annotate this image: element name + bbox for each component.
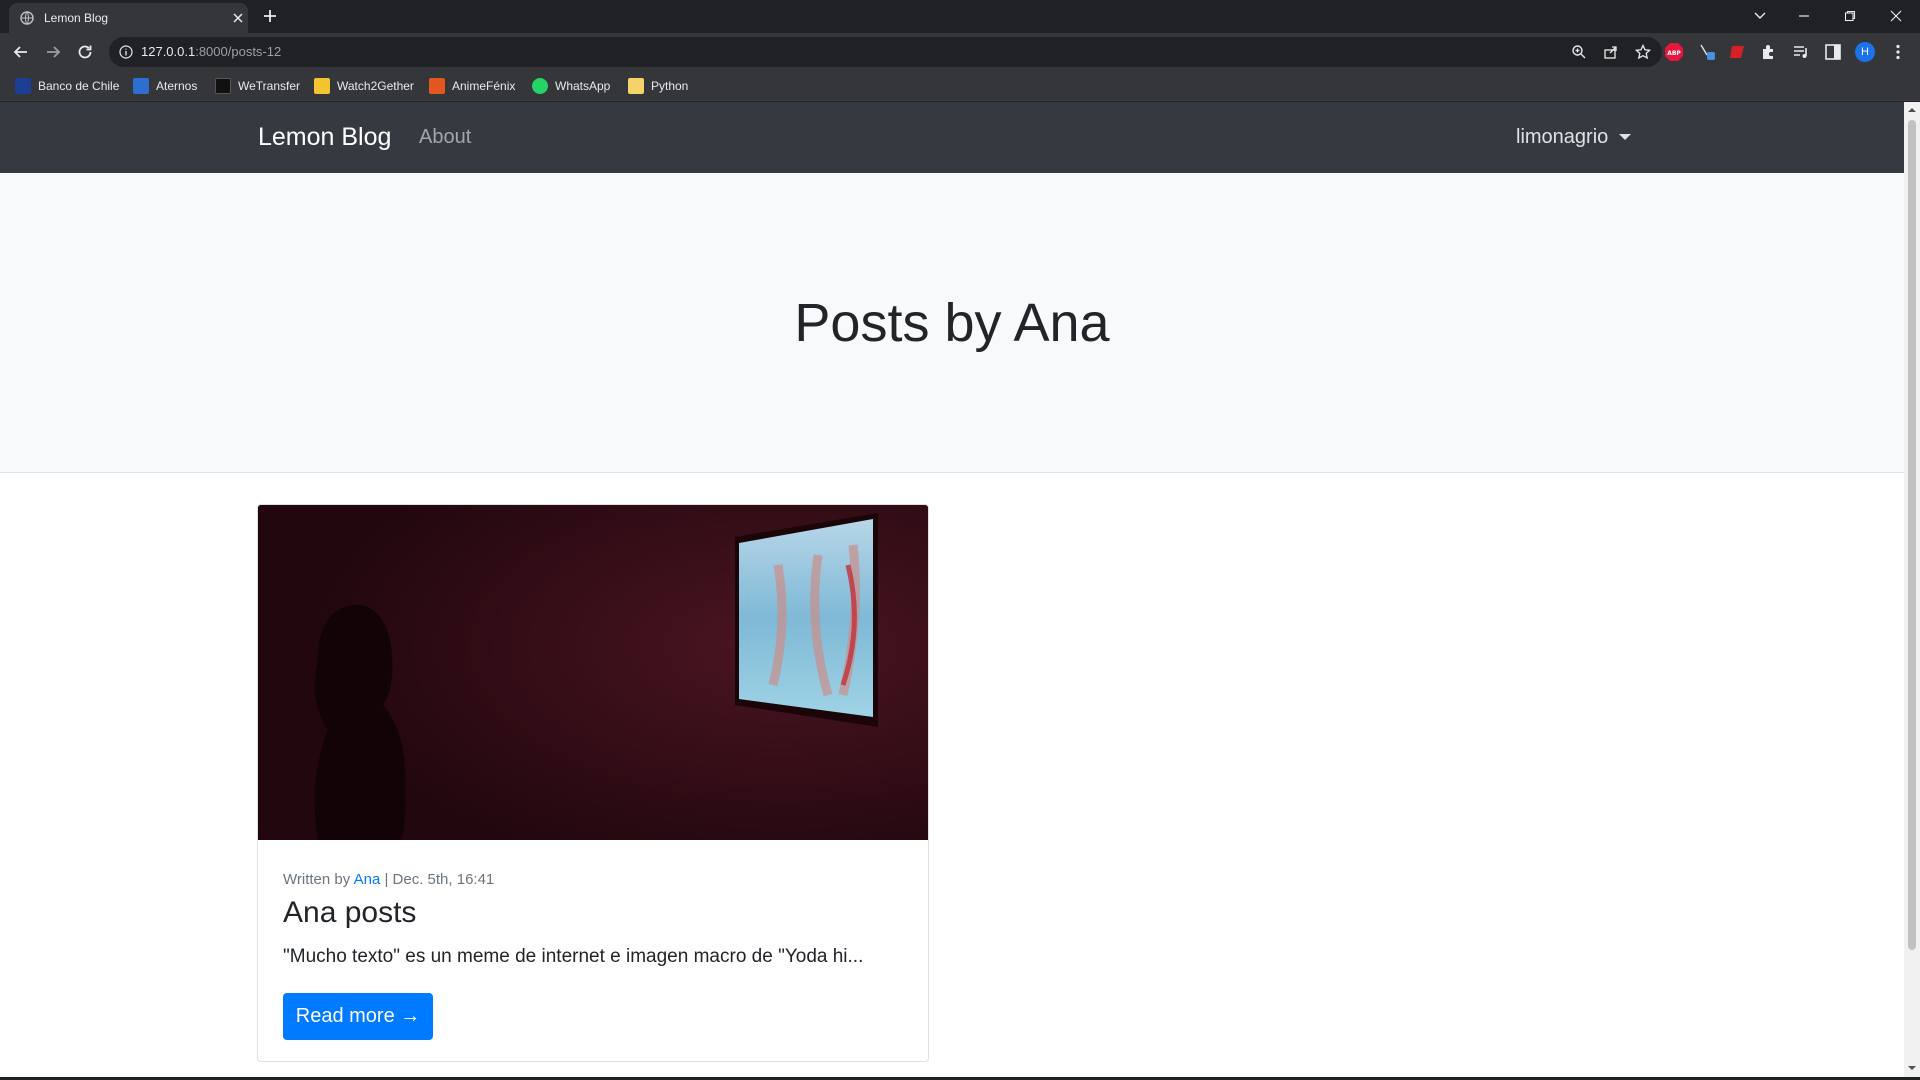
bookmark-label: Watch2Gether: [337, 79, 414, 93]
tab-search-button[interactable]: [1740, 4, 1780, 28]
browser-toolbar: 127.0.0.1:8000/posts-12 ABP H: [0, 33, 1920, 71]
post-card: Written by Ana | Dec. 5th, 16:41 Ana pos…: [257, 504, 929, 1062]
svg-text:ABP: ABP: [1667, 50, 1681, 57]
page-scrollbar[interactable]: [1904, 102, 1920, 1077]
close-tab-icon[interactable]: [231, 11, 245, 25]
bookmark-watch2gether[interactable]: Watch2Gether: [314, 77, 414, 95]
restore-icon: [1844, 10, 1856, 22]
share-icon[interactable]: [1603, 44, 1619, 60]
user-dropdown-label: limonagrio: [1516, 126, 1609, 148]
bookmark-wetransfer[interactable]: WeTransfer: [215, 77, 300, 95]
post-author-link[interactable]: Ana: [354, 871, 381, 888]
scroll-down-arrow-icon[interactable]: [1908, 1064, 1916, 1072]
post-meta: Written by Ana | Dec. 5th, 16:41: [283, 871, 494, 889]
extension-red-icon[interactable]: [1728, 42, 1748, 62]
minimize-button[interactable]: [1784, 4, 1824, 28]
wetransfer-icon: [215, 78, 231, 94]
scrollbar-thumb[interactable]: [1908, 120, 1916, 950]
profile-avatar[interactable]: H: [1855, 42, 1875, 62]
new-tab-icon[interactable]: [261, 7, 279, 25]
post-image[interactable]: [258, 505, 928, 840]
reload-icon[interactable]: [75, 42, 95, 62]
close-icon: [1890, 10, 1902, 22]
bookmark-label: WhatsApp: [555, 79, 611, 93]
tab-title: Lemon Blog: [44, 11, 109, 25]
user-dropdown[interactable]: limonagrio: [1516, 124, 1632, 150]
bookmarks-bar: Banco de Chile Aternos WeTransfer Watch2…: [0, 71, 1920, 101]
bookmark-label: WeTransfer: [238, 79, 301, 93]
browser-tab[interactable]: Lemon Blog: [9, 3, 248, 33]
bookmark-banco-de-chile[interactable]: Banco de Chile: [15, 77, 119, 95]
page-header: Posts by Ana: [0, 173, 1904, 473]
chevron-down-icon: [1754, 12, 1766, 19]
folder-icon: [628, 78, 644, 94]
whatsapp-icon: [532, 78, 548, 94]
nav-link-about[interactable]: About: [419, 124, 471, 150]
restore-button[interactable]: [1830, 4, 1870, 28]
bookmark-label: AnimeFénix: [452, 79, 516, 93]
back-arrow-icon[interactable]: [11, 42, 31, 62]
page-title: Posts by Ana: [794, 293, 1110, 353]
animefenix-icon: [429, 78, 445, 94]
extensions-puzzle-icon[interactable]: [1759, 42, 1779, 62]
minimize-icon: [1799, 15, 1809, 17]
bookmark-label: Banco de Chile: [38, 79, 120, 93]
media-queue-icon[interactable]: [1791, 42, 1811, 62]
post-excerpt: "Mucho texto" es un meme de internet e i…: [283, 946, 864, 967]
bookmark-star-icon[interactable]: [1635, 44, 1651, 60]
page-viewport: Lemon Blog About limonagrio Posts by Ana: [0, 102, 1904, 1077]
forward-arrow-icon[interactable]: [43, 42, 63, 62]
more-menu-icon[interactable]: [1888, 42, 1908, 62]
url-host: 127.0.0.1: [141, 44, 196, 59]
close-window-button[interactable]: [1876, 4, 1916, 28]
aternos-icon: [133, 78, 149, 94]
site-navbar: Lemon Blog About limonagrio: [0, 102, 1904, 173]
post-written-by: Written by: [283, 871, 351, 888]
read-more-button[interactable]: Read more →: [283, 993, 433, 1040]
side-panel-icon[interactable]: [1823, 42, 1843, 62]
globe-icon: [20, 11, 34, 25]
scroll-up-arrow-icon[interactable]: [1908, 106, 1916, 114]
bookmark-whatsapp[interactable]: WhatsApp: [532, 77, 610, 95]
url-path: :8000/posts-12: [195, 44, 282, 59]
bookmark-label: Python: [651, 79, 689, 93]
bank-icon: [15, 78, 31, 94]
address-bar[interactable]: 127.0.0.1:8000/posts-12: [109, 37, 1662, 67]
post-title[interactable]: Ana posts: [283, 895, 416, 931]
url-text[interactable]: 127.0.0.1:8000/posts-12: [141, 44, 281, 60]
bookmark-aternos[interactable]: Aternos: [133, 77, 197, 95]
caret-down-icon: [1619, 134, 1632, 140]
site-info-icon[interactable]: [119, 45, 133, 59]
extension-cursor-icon[interactable]: [1698, 42, 1718, 62]
bookmark-label: Aternos: [156, 79, 198, 93]
browser-titlebar: Lemon Blog: [0, 0, 1920, 33]
bookmark-python-folder[interactable]: Python: [628, 77, 688, 95]
navbar-brand[interactable]: Lemon Blog: [258, 122, 391, 152]
post-date: | Dec. 5th, 16:41: [384, 871, 495, 888]
adblock-icon[interactable]: ABP: [1664, 42, 1684, 62]
watch2gether-icon: [314, 78, 330, 94]
zoom-icon[interactable]: [1571, 44, 1587, 60]
bookmark-animefenix[interactable]: AnimeFénix: [429, 77, 515, 95]
